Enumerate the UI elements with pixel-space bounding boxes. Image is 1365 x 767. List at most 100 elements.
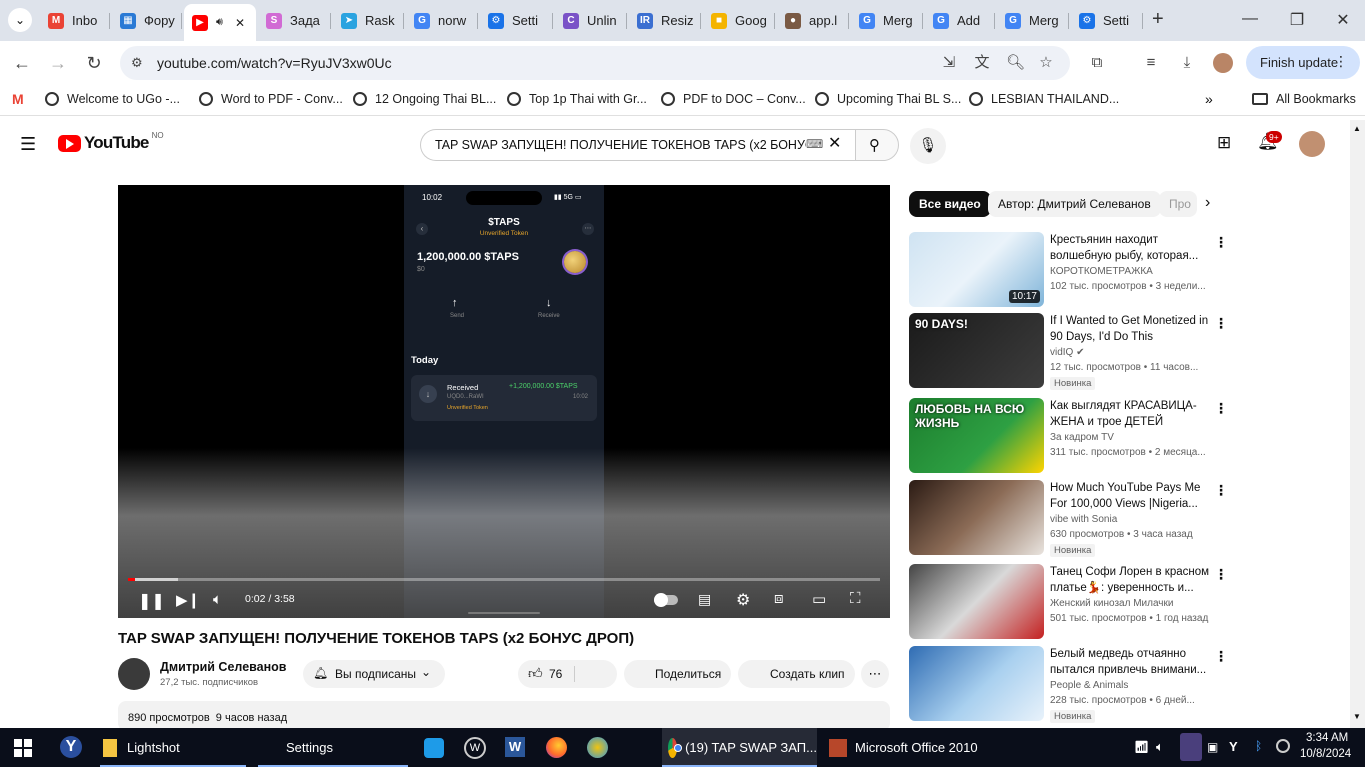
audio-playing-icon[interactable]: 🔊︎: [216, 16, 223, 29]
subtitles-icon[interactable]: ▤: [698, 591, 711, 608]
volume-icon[interactable]: 🔈︎: [213, 591, 222, 608]
recommendation-item[interactable]: 90 DAYS! If I Wanted to Get Monetized in …: [909, 313, 1228, 390]
more-options-icon[interactable]: ⋮: [1214, 566, 1228, 583]
downloads-icon[interactable]: ⤓: [1178, 54, 1196, 72]
like-button[interactable]: 👍︎ 76: [518, 660, 617, 688]
recommendation-title[interactable]: Как выглядят КРАСАВИЦА-ЖЕНА и трое ДЕТЕЙ…: [1050, 398, 1210, 430]
extensions-icon[interactable]: ⧉: [1088, 54, 1106, 72]
bookmark-item[interactable]: PDF to DOC – Conv...: [661, 92, 806, 106]
more-options-icon[interactable]: ⋮: [1214, 648, 1228, 665]
recommendation-title[interactable]: How Much YouTube Pays Me For 100,000 Vie…: [1050, 480, 1210, 512]
recommendation-channel[interactable]: vidIQ ✔: [1050, 347, 1085, 358]
video-thumbnail[interactable]: 10:17: [909, 232, 1044, 307]
windows-start-icon[interactable]: [14, 739, 32, 757]
tray-status-icon[interactable]: [1276, 739, 1290, 753]
tab-13[interactable]: G Merg: [997, 6, 1069, 35]
menu-icon[interactable]: ☰: [20, 134, 36, 155]
pause-button[interactable]: ❚❚: [138, 591, 165, 611]
translate-icon[interactable]: 文: [973, 54, 991, 72]
tab-10[interactable]: ● app.l: [777, 6, 849, 35]
video-thumbnail[interactable]: [909, 646, 1044, 721]
restore-icon[interactable]: ❐: [1287, 10, 1307, 30]
back-button[interactable]: ←: [11, 52, 33, 74]
clear-search-icon[interactable]: ✕: [828, 133, 841, 153]
search-input[interactable]: TAP SWAP ЗАПУЩЕН! ПОЛУЧЕНИЕ ТОКЕНОВ TAPS…: [420, 129, 856, 161]
tab-0[interactable]: M Inbo: [40, 6, 110, 35]
tab-5[interactable]: Gnorw: [406, 6, 478, 35]
taskbar-app-icon-1[interactable]: [424, 738, 444, 758]
share-button[interactable]: Поделиться: [624, 660, 731, 688]
yandex-icon[interactable]: Y: [60, 736, 82, 758]
recommendation-item[interactable]: How Much YouTube Pays Me For 100,000 Vie…: [909, 480, 1228, 557]
bookmark-star-icon[interactable]: ☆: [1037, 54, 1055, 72]
tab-14[interactable]: ⚙ Setti: [1071, 6, 1143, 35]
youtube-logo[interactable]: YouTube NO: [58, 131, 164, 153]
tab-4[interactable]: ➤ Rask: [333, 6, 404, 35]
all-bookmarks[interactable]: All Bookmarks: [1252, 92, 1356, 106]
clock-time[interactable]: 3:34 AM: [1306, 732, 1348, 744]
minimize-icon[interactable]: —: [1240, 10, 1260, 28]
recommendation-title[interactable]: If I Wanted to Get Monetized in 90 Days,…: [1050, 313, 1210, 345]
gmail-bookmark-icon[interactable]: M: [12, 91, 24, 107]
reload-button[interactable]: ↻: [83, 52, 105, 74]
taskbar-lightshot[interactable]: Lightshot: [100, 728, 246, 767]
bookmarks-overflow-icon[interactable]: »: [1205, 91, 1213, 107]
chip-author[interactable]: Автор: Дмитрий Селеванов: [988, 191, 1161, 217]
tab-6[interactable]: ⚙ Setti: [480, 6, 553, 35]
more-options-icon[interactable]: ⋮: [1214, 315, 1228, 332]
scrollbar-up-arrow[interactable]: ▲: [1353, 124, 1361, 133]
bookmark-item[interactable]: Top 1p Thai with Gr...: [507, 92, 647, 106]
recommendation-title[interactable]: Танец Софи Лорен в красном платье💃: увер…: [1050, 564, 1210, 596]
recommendation-item[interactable]: ЛЮБОВЬ НА ВСЮ ЖИЗНЬ Как выглядят КРАСАВИЦ…: [909, 398, 1228, 474]
recommendation-title[interactable]: Крестьянин находит волшебную рыбу, котор…: [1050, 232, 1210, 264]
tab-2[interactable]: ▶ 🔊︎ ✕: [184, 4, 256, 41]
tray-app-icon[interactable]: ▣: [1207, 740, 1218, 754]
tab-7[interactable]: C Unlin: [555, 6, 627, 35]
recommendation-item[interactable]: Белый медведь отчаянно пытался привлечь …: [909, 646, 1228, 723]
subscribed-button[interactable]: 🔔︎ Вы подписаны ⌄: [303, 660, 445, 688]
theater-mode-icon[interactable]: ▭: [812, 590, 826, 608]
close-window-icon[interactable]: ✕: [1333, 10, 1353, 30]
chip-all-videos[interactable]: Все видео: [909, 191, 991, 217]
tab-8[interactable]: IR Resiz: [629, 6, 701, 35]
recommendation-channel[interactable]: Женский кинозал Милачки: [1050, 598, 1173, 609]
tab-3[interactable]: S Зада: [258, 6, 331, 35]
taskbar-chrome[interactable]: (19) TAP SWAP ЗАП...: [662, 728, 817, 767]
video-player[interactable]: 10:02 ▮▮ 5G ▭ ‹ $TAPS Unverified Token ⋯…: [118, 185, 890, 618]
recommendation-channel[interactable]: vibe with Sonia: [1050, 514, 1117, 525]
tab-9[interactable]: ■ Goog: [703, 6, 775, 35]
page-scrollbar[interactable]: ▲ ▼: [1350, 120, 1365, 728]
taskbar-office[interactable]: Microsoft Office 2010: [823, 728, 983, 767]
bookmark-item[interactable]: LESBIAN THAILAND...: [969, 92, 1119, 106]
new-tab-button[interactable]: +: [1152, 8, 1164, 31]
site-info-icon[interactable]: ⚙: [131, 55, 143, 71]
channel-name[interactable]: Дмитрий Селеванов: [160, 660, 286, 674]
tab-12[interactable]: G Add: [925, 6, 995, 35]
tab-1[interactable]: ▦ Фору: [112, 6, 182, 35]
bookmark-item[interactable]: Upcoming Thai BL S...: [815, 92, 961, 106]
settings-icon[interactable]: ⚙: [736, 590, 750, 610]
bluetooth-icon[interactable]: ᛒ: [1255, 739, 1262, 753]
url-text[interactable]: youtube.com/watch?v=RyuJV3xw0Uc: [157, 55, 392, 71]
video-thumbnail[interactable]: ЛЮБОВЬ НА ВСЮ ЖИЗНЬ: [909, 398, 1044, 473]
more-options-icon[interactable]: ⋮: [1214, 400, 1228, 417]
taskbar-settings[interactable]: Settings: [258, 728, 408, 767]
install-app-icon[interactable]: ⇲: [940, 54, 958, 72]
more-options-icon[interactable]: ⋮: [1214, 482, 1228, 499]
tab-11[interactable]: G Merg: [851, 6, 923, 35]
tab-search-button[interactable]: ⌄: [8, 8, 32, 32]
video-thumbnail[interactable]: [909, 564, 1044, 639]
channel-avatar[interactable]: [118, 658, 150, 690]
next-button[interactable]: ▶❙: [176, 591, 200, 609]
paint-icon[interactable]: [587, 737, 608, 758]
zoom-icon[interactable]: 🔍︎: [1006, 54, 1025, 72]
speaker-icon[interactable]: 🔈︎: [1156, 739, 1164, 755]
media-controls-icon[interactable]: ≡: [1142, 54, 1160, 72]
recommendation-channel[interactable]: КОРОТКОМЕТРАЖКА: [1050, 266, 1153, 277]
recommendation-title[interactable]: Белый медведь отчаянно пытался привлечь …: [1050, 646, 1210, 678]
forward-button[interactable]: →: [47, 52, 69, 74]
description-box[interactable]: 890 просмотров 9 часов назад: [118, 701, 890, 731]
more-options-icon[interactable]: ⋮: [1214, 234, 1228, 251]
word-icon[interactable]: W: [505, 737, 525, 757]
chips-next-icon[interactable]: ›: [1205, 194, 1210, 212]
